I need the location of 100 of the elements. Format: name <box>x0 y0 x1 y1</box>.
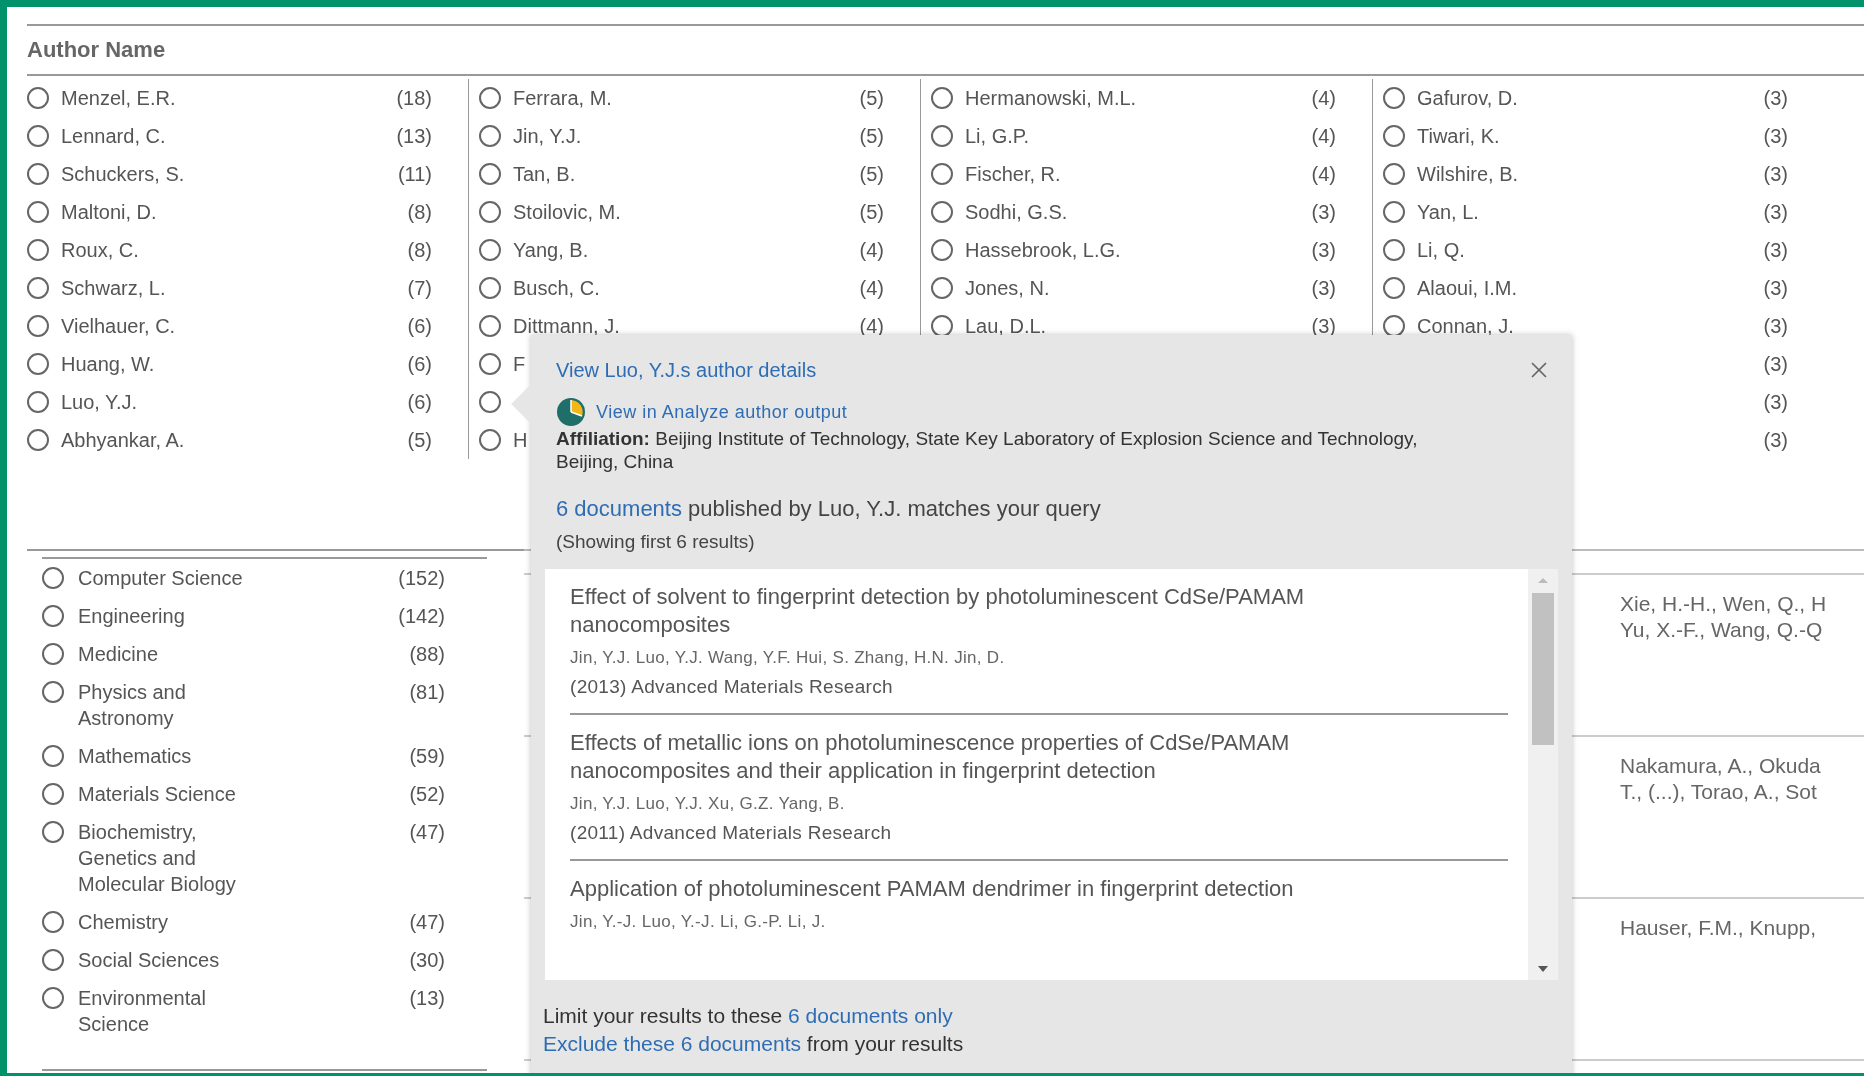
checkbox[interactable] <box>479 163 501 185</box>
author-name[interactable]: Stoilovic, M. <box>513 197 621 227</box>
author-name[interactable]: Jones, N. <box>965 273 1050 303</box>
document-source: (2011) Advanced Materials Research <box>570 821 893 845</box>
author-name[interactable]: Tiwari, K. <box>1417 121 1500 151</box>
checkbox[interactable] <box>931 201 953 223</box>
checkbox[interactable] <box>27 87 49 109</box>
checkbox[interactable] <box>479 429 501 451</box>
scroll-down-icon[interactable] <box>1536 964 1550 974</box>
author-name[interactable]: Jin, Y.J. <box>513 121 582 151</box>
count-label: (4) <box>1311 124 1336 149</box>
checkbox[interactable] <box>479 315 501 337</box>
checkbox[interactable] <box>42 567 64 589</box>
author-name[interactable]: F <box>513 349 526 379</box>
author-name[interactable]: H <box>513 425 528 455</box>
checkbox[interactable] <box>42 643 64 665</box>
subject-area-label[interactable]: Chemistry <box>78 909 278 935</box>
checkbox[interactable] <box>1383 315 1405 337</box>
subject-area-label[interactable]: Mathematics <box>78 743 278 769</box>
document-title[interactable]: Effects of metallic ions on photoluminescence properties of CdSe/PAMAM nanocomposites and their application in fingerprint detection <box>570 729 1388 785</box>
document-title[interactable]: Effect of solvent to fingerprint detection by photoluminescent CdSe/PAMAM nanocomposites <box>570 583 1388 639</box>
author-name[interactable]: Schwarz, L. <box>61 273 166 303</box>
author-name[interactable]: Hassebrook, L.G. <box>965 235 1121 265</box>
subject-area-label[interactable]: Environmental Science <box>78 985 278 1037</box>
documents-link[interactable]: 6 documents only <box>788 1004 953 1027</box>
author-name[interactable]: Gafurov, D. <box>1417 83 1518 113</box>
checkbox[interactable] <box>42 821 64 843</box>
checkbox[interactable] <box>931 163 953 185</box>
subject-area-label[interactable]: Social Sciences <box>78 947 278 973</box>
checkbox[interactable] <box>479 239 501 261</box>
checkbox[interactable] <box>1383 201 1405 223</box>
author-name[interactable]: Li, G.P. <box>965 121 1030 151</box>
author-name[interactable]: Fischer, R. <box>965 159 1061 189</box>
checkbox[interactable] <box>42 987 64 1009</box>
checkbox[interactable] <box>27 125 49 147</box>
author-details-link[interactable]: View Luo, Y.J.s author details <box>556 357 817 383</box>
checkbox[interactable] <box>479 201 501 223</box>
checkbox[interactable] <box>1383 277 1405 299</box>
author-name[interactable]: Menzel, E.R. <box>61 83 176 113</box>
checkbox[interactable] <box>42 745 64 767</box>
checkbox[interactable] <box>1383 87 1405 109</box>
subject-area-label[interactable]: Engineering <box>78 603 278 629</box>
author-name[interactable]: Vielhauer, C. <box>61 311 176 341</box>
checkbox[interactable] <box>479 277 501 299</box>
checkbox[interactable] <box>27 429 49 451</box>
checkbox[interactable] <box>1383 163 1405 185</box>
checkbox[interactable] <box>931 277 953 299</box>
author-name[interactable]: Maltoni, D. <box>61 197 157 227</box>
document-title[interactable]: Application of photoluminescent PAMAM dendrimer in fingerprint detection <box>570 875 1388 903</box>
subject-area-label[interactable]: Computer Science <box>78 565 278 591</box>
checkbox[interactable] <box>42 911 64 933</box>
checkbox[interactable] <box>27 391 49 413</box>
author-name[interactable]: Yang, B. <box>513 235 589 265</box>
subject-area-label[interactable]: Physics and Astronomy <box>78 679 278 731</box>
author-name[interactable]: Schuckers, S. <box>61 159 185 189</box>
checkbox[interactable] <box>479 87 501 109</box>
checkbox[interactable] <box>1383 125 1405 147</box>
scrollbar[interactable] <box>1528 569 1558 980</box>
author-name[interactable]: Luo, Y.J. <box>61 387 137 417</box>
checkbox[interactable] <box>931 315 953 337</box>
author-name[interactable]: Busch, C. <box>513 273 600 303</box>
checkbox[interactable] <box>27 277 49 299</box>
author-name[interactable]: Hermanowski, M.L. <box>965 83 1137 113</box>
checkbox[interactable] <box>42 949 64 971</box>
count-label: (3) <box>1763 428 1788 453</box>
author-name[interactable]: Roux, C. <box>61 235 139 265</box>
checkbox[interactable] <box>931 87 953 109</box>
author-name[interactable]: Li, Q. <box>1417 235 1465 265</box>
checkbox[interactable] <box>27 201 49 223</box>
checkbox[interactable] <box>42 605 64 627</box>
showing-note: (Showing first 6 results) <box>556 530 756 554</box>
subject-area-label[interactable]: Medicine <box>78 641 278 667</box>
author-name[interactable]: Abhyankar, A. <box>61 425 185 455</box>
checkbox[interactable] <box>1383 239 1405 261</box>
checkbox[interactable] <box>931 125 953 147</box>
checkbox[interactable] <box>479 391 501 413</box>
author-name[interactable]: Wilshire, B. <box>1417 159 1519 189</box>
count-label: (52) <box>409 782 446 807</box>
analyze-link[interactable]: View in Analyze author output <box>596 398 848 426</box>
author-name[interactable]: Yan, L. <box>1417 197 1479 227</box>
subject-area-label[interactable]: Biochemistry, Genetics and Molecular Biology <box>78 819 278 897</box>
author-name[interactable]: Tan, B. <box>513 159 576 189</box>
author-name[interactable]: Lennard, C. <box>61 121 166 151</box>
author-name[interactable]: Ferrara, M. <box>513 83 612 113</box>
checkbox[interactable] <box>479 125 501 147</box>
checkbox[interactable] <box>931 239 953 261</box>
checkbox[interactable] <box>27 353 49 375</box>
author-name[interactable]: Alaoui, I.M. <box>1417 273 1518 303</box>
author-name[interactable]: Huang, W. <box>61 349 155 379</box>
checkbox[interactable] <box>27 163 49 185</box>
checkbox[interactable] <box>42 681 64 703</box>
result-authors: Yu, X.-F., Wang, Q.-Q <box>1620 617 1824 643</box>
documents-link[interactable]: 6 documents <box>556 496 682 521</box>
checkbox[interactable] <box>479 353 501 375</box>
checkbox[interactable] <box>27 239 49 261</box>
author-name[interactable]: Sodhi, G.S. <box>965 197 1068 227</box>
documents-link[interactable]: Exclude these 6 documents <box>543 1032 801 1055</box>
checkbox[interactable] <box>42 783 64 805</box>
checkbox[interactable] <box>27 315 49 337</box>
subject-area-label[interactable]: Materials Science <box>78 781 278 807</box>
